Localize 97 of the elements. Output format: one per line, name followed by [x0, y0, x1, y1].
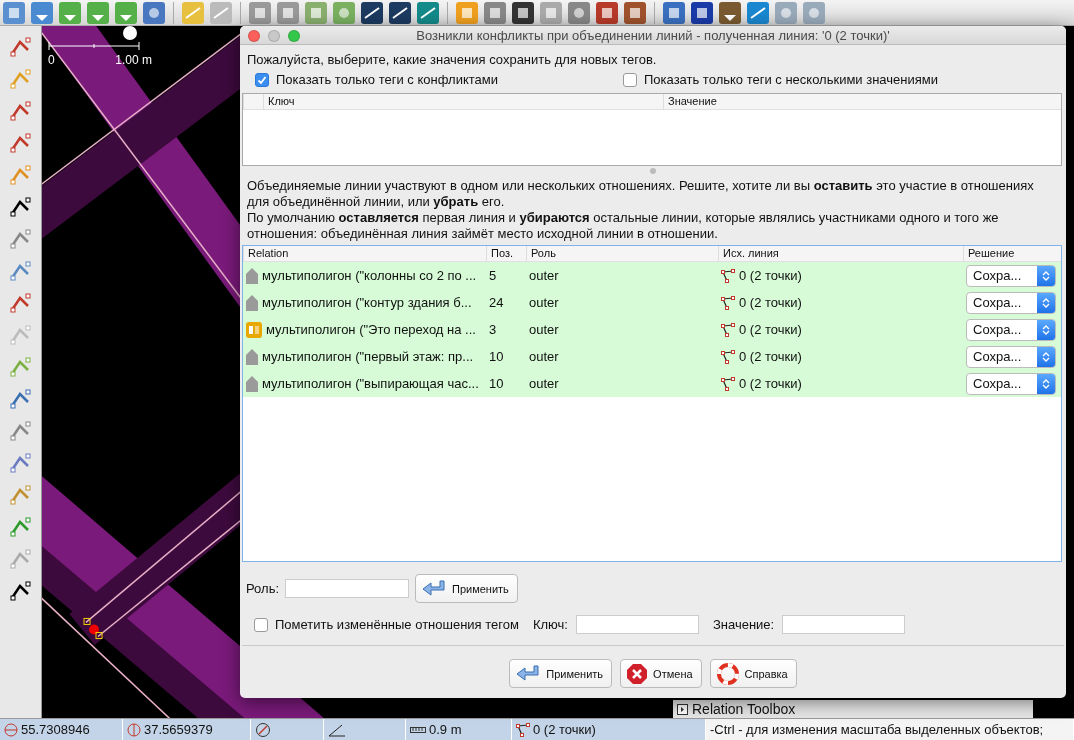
longitude-value: 37.5659379 [144, 722, 213, 737]
way-icon [721, 322, 735, 337]
decision-select[interactable]: Сохра... [966, 318, 1056, 341]
table-cell: мультиполигон ("выпирающая час... [262, 376, 479, 391]
table-cell: мультиполигон ("первый этаж: пр... [262, 349, 474, 364]
distance-value: 0.9 m [429, 722, 462, 737]
key-label: Ключ: [532, 617, 568, 632]
column-header[interactable]: Роль [526, 246, 718, 261]
latitude-icon [4, 722, 18, 737]
longitude-icon [127, 722, 141, 737]
table-cell: outer [529, 322, 559, 337]
way-icon [721, 376, 735, 391]
table-cell: 3 [489, 322, 497, 337]
table-cell: 0 (2 точки) [739, 268, 802, 283]
explanation-text: По умолчанию оставляется первая линия и убираются остальные линии, которые являлись участниками одного и того же отношения: объединённая линия займёт место исходной линии в отношении. [246, 210, 1000, 242]
ruler-icon [410, 725, 426, 734]
key-field[interactable] [575, 615, 699, 634]
house-icon [246, 267, 258, 284]
stepper-icon [1042, 350, 1050, 363]
way-icon [721, 268, 735, 283]
table-cell: 10 [489, 376, 504, 391]
house-icon [246, 375, 258, 392]
column-header[interactable]: Исх. линия [718, 246, 963, 261]
latitude-value: 55.7308946 [21, 722, 90, 737]
table-cell: 0 (2 точки) [739, 295, 802, 310]
table-cell: 5 [489, 268, 497, 283]
checkbox[interactable] [254, 617, 268, 632]
angle-icon [328, 722, 346, 737]
window-title: Возникли конфликты при объединении линий - полученная линия: '0 (2 точки)' [415, 27, 891, 43]
scale-label: 1.00 m [115, 53, 152, 67]
expand-icon [677, 703, 688, 715]
checkbox-label: Пометить изменённые отношения тегом [275, 617, 519, 632]
table-cell: 10 [489, 349, 504, 364]
house-icon [246, 294, 258, 311]
table-cell: outer [529, 349, 559, 364]
table-cell: 24 [489, 295, 504, 310]
status-hint: -Ctrl - для изменения масштаба выделенных объектов; [710, 722, 1044, 737]
stepper-icon [1042, 296, 1050, 309]
checkbox[interactable] [255, 72, 269, 87]
checkbox-label: Показать только теги с конфликтами [276, 72, 498, 87]
zoom-slider-handle[interactable] [123, 26, 137, 40]
apply-role-button[interactable]: Применить [415, 574, 518, 603]
way-icon [516, 722, 530, 737]
column-header[interactable]: Решение [963, 246, 1061, 261]
help-button[interactable]: Справка [709, 659, 797, 688]
side-panel-header[interactable]: Relation Toolbox [673, 700, 1033, 718]
table-cell: мультиполигон ("Это переход на ... [266, 322, 476, 337]
panel-title: Relation Toolbox [692, 701, 796, 717]
column-header[interactable]: Relation [243, 246, 486, 261]
explanation-text: Объединяемые линии участвуют в одном или нескольких отношениях. Решите, хотите ли вы оставить это участие в отношениях для объединённой линии, или убрать его. [246, 178, 1035, 210]
decision-select[interactable]: Сохра... [966, 264, 1056, 287]
return-arrow-icon [516, 664, 541, 683]
house-icon [246, 348, 258, 365]
stepper-icon [1042, 269, 1050, 282]
cancel-button[interactable]: Отмена [620, 659, 702, 688]
decision-select[interactable]: Сохра... [966, 345, 1056, 368]
selection-value: 0 (2 точки) [533, 722, 596, 737]
download-icon[interactable] [58, 0, 82, 25]
table-cell: 0 (2 точки) [739, 322, 802, 337]
role-field[interactable] [285, 579, 409, 598]
table-cell: outer [529, 376, 559, 391]
way-icon [721, 295, 735, 310]
decision-select[interactable]: Сохра... [966, 372, 1056, 395]
close-button[interactable] [248, 30, 260, 42]
download-icon[interactable] [30, 0, 54, 25]
heading-icon [255, 721, 271, 738]
column-header[interactable]: Поз. [486, 246, 526, 261]
column-header[interactable]: Ключ [263, 94, 663, 109]
nodes-icon[interactable] [7, 98, 34, 124]
passage-icon [246, 321, 262, 338]
table-cell: мультиполигон ("колонны со 2 по ... [262, 268, 477, 283]
cancel-icon [627, 663, 648, 684]
stepper-icon [1042, 377, 1050, 390]
table-cell: 0 (2 точки) [739, 376, 802, 391]
line-tool-icon[interactable] [7, 66, 34, 92]
return-arrow-icon [422, 579, 446, 598]
value-field[interactable] [782, 615, 906, 634]
splitter-handle[interactable] [650, 168, 656, 174]
column-header[interactable]: Значение [663, 94, 1061, 109]
table-cell: 0 (2 точки) [739, 349, 802, 364]
apply-button[interactable]: Применить [509, 659, 613, 688]
minimize-button[interactable] [268, 30, 280, 42]
value-label: Значение: [712, 617, 775, 632]
download-icon[interactable] [86, 0, 110, 25]
zoom-button[interactable] [288, 30, 300, 42]
stepper-icon [1042, 323, 1050, 336]
lifebuoy-icon [716, 662, 739, 685]
way-icon [721, 349, 735, 364]
decision-select[interactable]: Сохра... [966, 291, 1056, 314]
table-cell: outer [529, 268, 559, 283]
prompt-text: Пожалуйста, выберите, какие значения сохранить для новых тегов. [246, 52, 658, 67]
scale-label: 0 [48, 53, 55, 67]
checkbox[interactable] [623, 72, 637, 87]
role-label: Роль: [246, 581, 279, 596]
table-cell: outer [529, 295, 559, 310]
table-cell: мультиполигон ("контур здания б... [262, 295, 472, 310]
checkbox-label: Показать только теги с несколькими значениями [644, 72, 938, 87]
